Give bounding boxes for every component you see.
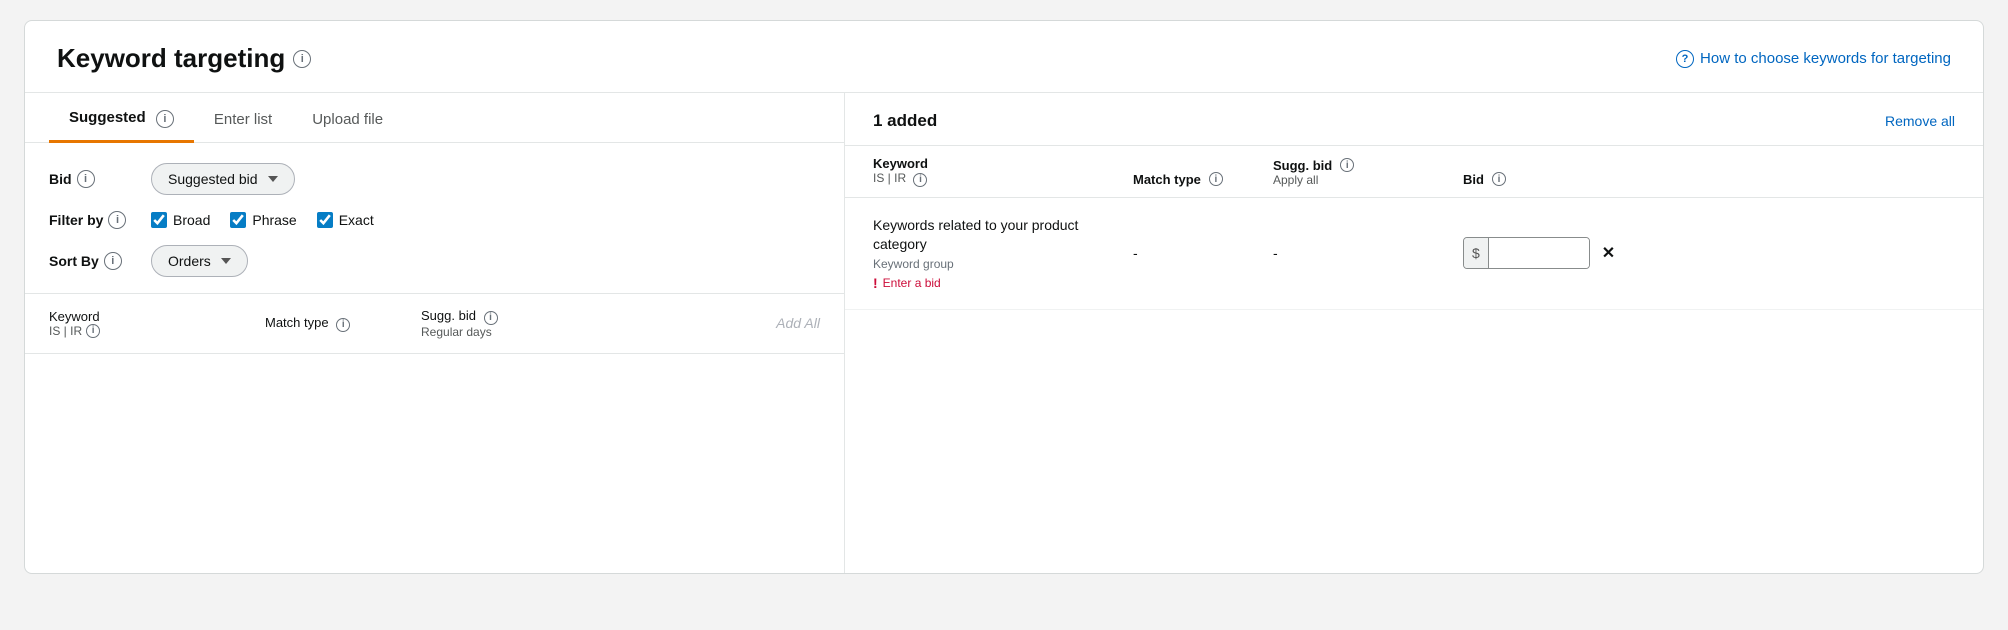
rth-match-type: Match type i xyxy=(1133,172,1273,187)
rth-sugg-bid: Sugg. bid i Apply all xyxy=(1273,158,1463,187)
th-add-all: Add All xyxy=(597,315,820,331)
phrase-checkbox-item[interactable]: Phrase xyxy=(230,212,296,228)
right-table-header: Keyword IS | IR i Match type i Sugg. b xyxy=(845,146,1983,198)
tab-enter-list[interactable]: Enter list xyxy=(194,95,292,143)
sort-by-label: Sort By i xyxy=(49,252,139,270)
tab-upload-file[interactable]: Upload file xyxy=(292,95,403,143)
bid-input-field[interactable] xyxy=(1489,238,1589,268)
sort-dropdown[interactable]: Orders xyxy=(151,245,248,277)
help-link-text: How to choose keywords for targeting xyxy=(1700,50,1951,67)
exact-checkbox-item[interactable]: Exact xyxy=(317,212,374,228)
filter-info-icon[interactable]: i xyxy=(108,211,126,229)
tabs-container: Suggested i Enter list Upload file xyxy=(25,93,844,143)
remove-row-icon[interactable]: ✕ xyxy=(1602,243,1615,263)
keyword-group-label: Keyword group xyxy=(873,257,1133,271)
remove-all-link[interactable]: Remove all xyxy=(1885,113,1955,129)
th-sugg-bid-sub: Regular days xyxy=(421,325,581,339)
content-area: Suggested i Enter list Upload file Bid i xyxy=(25,93,1983,573)
help-link[interactable]: ? How to choose keywords for targeting xyxy=(1676,50,1951,68)
rth-bid: Bid i xyxy=(1463,172,1955,187)
sort-info-icon[interactable]: i xyxy=(104,252,122,270)
title-info-icon[interactable]: i xyxy=(293,50,311,68)
header-left: Keyword targeting i xyxy=(57,43,311,74)
suggested-tab-info-icon[interactable]: i xyxy=(156,110,174,128)
keyword-targeting-card: Keyword targeting i ? How to choose keyw… xyxy=(24,20,1984,574)
rth-keyword-sub: IS | IR i xyxy=(873,171,1133,187)
row-keyword: Keywords related to your product categor… xyxy=(873,216,1133,291)
keyword-sub-info-icon[interactable]: i xyxy=(86,324,100,338)
tab-suggested[interactable]: Suggested i xyxy=(49,93,194,143)
rth-sugg-bid-apply: Apply all xyxy=(1273,173,1463,187)
bid-row: Bid i Suggested bid xyxy=(49,163,820,195)
table-row: Keywords related to your product categor… xyxy=(845,198,1983,310)
broad-checkbox[interactable] xyxy=(151,212,167,228)
th-sugg-bid: Sugg. bid i Regular days xyxy=(421,308,581,339)
bid-info-icon[interactable]: i xyxy=(77,170,95,188)
bid-input-wrapper: $ xyxy=(1463,237,1590,269)
th-keyword-sub: IS | IR i xyxy=(49,324,249,338)
sugg-bid-info-icon[interactable]: i xyxy=(484,311,498,325)
rth-sugg-bid-info-icon[interactable]: i xyxy=(1340,158,1354,172)
card-header: Keyword targeting i ? How to choose keyw… xyxy=(25,21,1983,93)
th-keyword: Keyword IS | IR i xyxy=(49,309,249,338)
bid-currency-prefix: $ xyxy=(1464,238,1489,268)
right-panel: 1 added Remove all Keyword IS | IR i Mat xyxy=(845,93,1983,573)
sort-dropdown-chevron-icon xyxy=(221,258,231,264)
bid-dropdown-chevron-icon xyxy=(268,176,278,182)
keyword-main-text: Keywords related to your product categor… xyxy=(873,216,1133,255)
th-match-type: Match type i xyxy=(265,315,405,332)
filter-by-row: Filter by i Broad Phrase xyxy=(49,211,820,229)
sort-by-row: Sort By i Orders xyxy=(49,245,820,277)
rth-match-type-info-icon[interactable]: i xyxy=(1209,172,1223,186)
rth-keyword-info-icon[interactable]: i xyxy=(913,173,927,187)
right-panel-header: 1 added Remove all xyxy=(845,93,1983,146)
row-bid-cell: $ ✕ xyxy=(1463,237,1955,269)
filter-by-label: Filter by i xyxy=(49,211,139,229)
rth-keyword: Keyword IS | IR i xyxy=(873,156,1133,187)
suggested-bid-dropdown[interactable]: Suggested bid xyxy=(151,163,295,195)
match-type-info-icon[interactable]: i xyxy=(336,318,350,332)
row-match-type: - xyxy=(1133,245,1273,261)
match-type-checkboxes: Broad Phrase Exact xyxy=(151,212,374,228)
help-circle-icon: ? xyxy=(1676,50,1694,68)
rth-bid-info-icon[interactable]: i xyxy=(1492,172,1506,186)
enter-bid-error: ! Enter a bid xyxy=(873,275,1133,291)
bid-label: Bid i xyxy=(49,170,139,188)
left-panel: Suggested i Enter list Upload file Bid i xyxy=(25,93,845,573)
row-sugg-bid: - xyxy=(1273,245,1463,261)
exact-checkbox[interactable] xyxy=(317,212,333,228)
error-exclamation-icon: ! xyxy=(873,275,878,291)
added-count: 1 added xyxy=(873,111,937,131)
broad-checkbox-item[interactable]: Broad xyxy=(151,212,210,228)
page-title: Keyword targeting xyxy=(57,43,285,74)
phrase-checkbox[interactable] xyxy=(230,212,246,228)
left-table-header: Keyword IS | IR i Match type i Sugg. bid xyxy=(25,294,844,354)
filter-area: Bid i Suggested bid Filter by i xyxy=(25,143,844,294)
